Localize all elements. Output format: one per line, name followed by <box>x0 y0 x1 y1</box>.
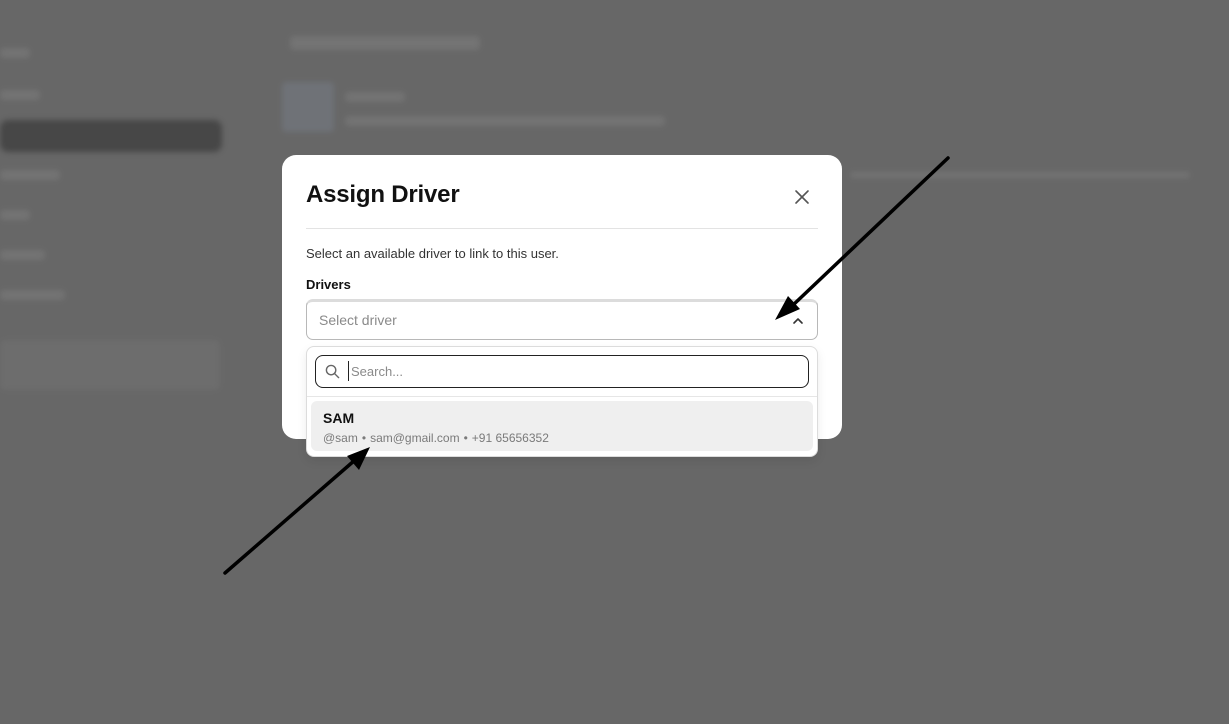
chevron-up-icon <box>793 318 803 324</box>
meta-separator: • <box>463 431 468 445</box>
drivers-field-label: Drivers <box>306 277 351 292</box>
driver-select[interactable]: Select driver <box>306 299 818 340</box>
driver-option-email: sam@gmail.com <box>370 431 460 445</box>
driver-option[interactable]: SAM @sam • sam@gmail.com • +91 65656352 <box>311 401 813 451</box>
modal-divider <box>306 228 818 229</box>
search-icon <box>325 364 340 379</box>
modal-description: Select an available driver to link to th… <box>306 246 559 261</box>
driver-option-username: @sam <box>323 431 358 445</box>
driver-search-box[interactable] <box>315 355 809 388</box>
close-icon <box>795 190 809 204</box>
close-button[interactable] <box>790 185 814 209</box>
driver-option-name: SAM <box>323 410 355 426</box>
dropdown-separator <box>307 396 817 397</box>
driver-search-input[interactable] <box>348 361 801 381</box>
modal-title: Assign Driver <box>306 181 460 208</box>
meta-separator: • <box>361 431 367 445</box>
driver-select-placeholder: Select driver <box>319 312 397 328</box>
driver-option-meta: @sam • sam@gmail.com • +91 65656352 <box>323 431 549 445</box>
driver-dropdown: SAM @sam•sam@gmail.com•+91 65656352 <box>306 346 818 457</box>
driver-option-phone: +91 65656352 <box>471 431 549 445</box>
